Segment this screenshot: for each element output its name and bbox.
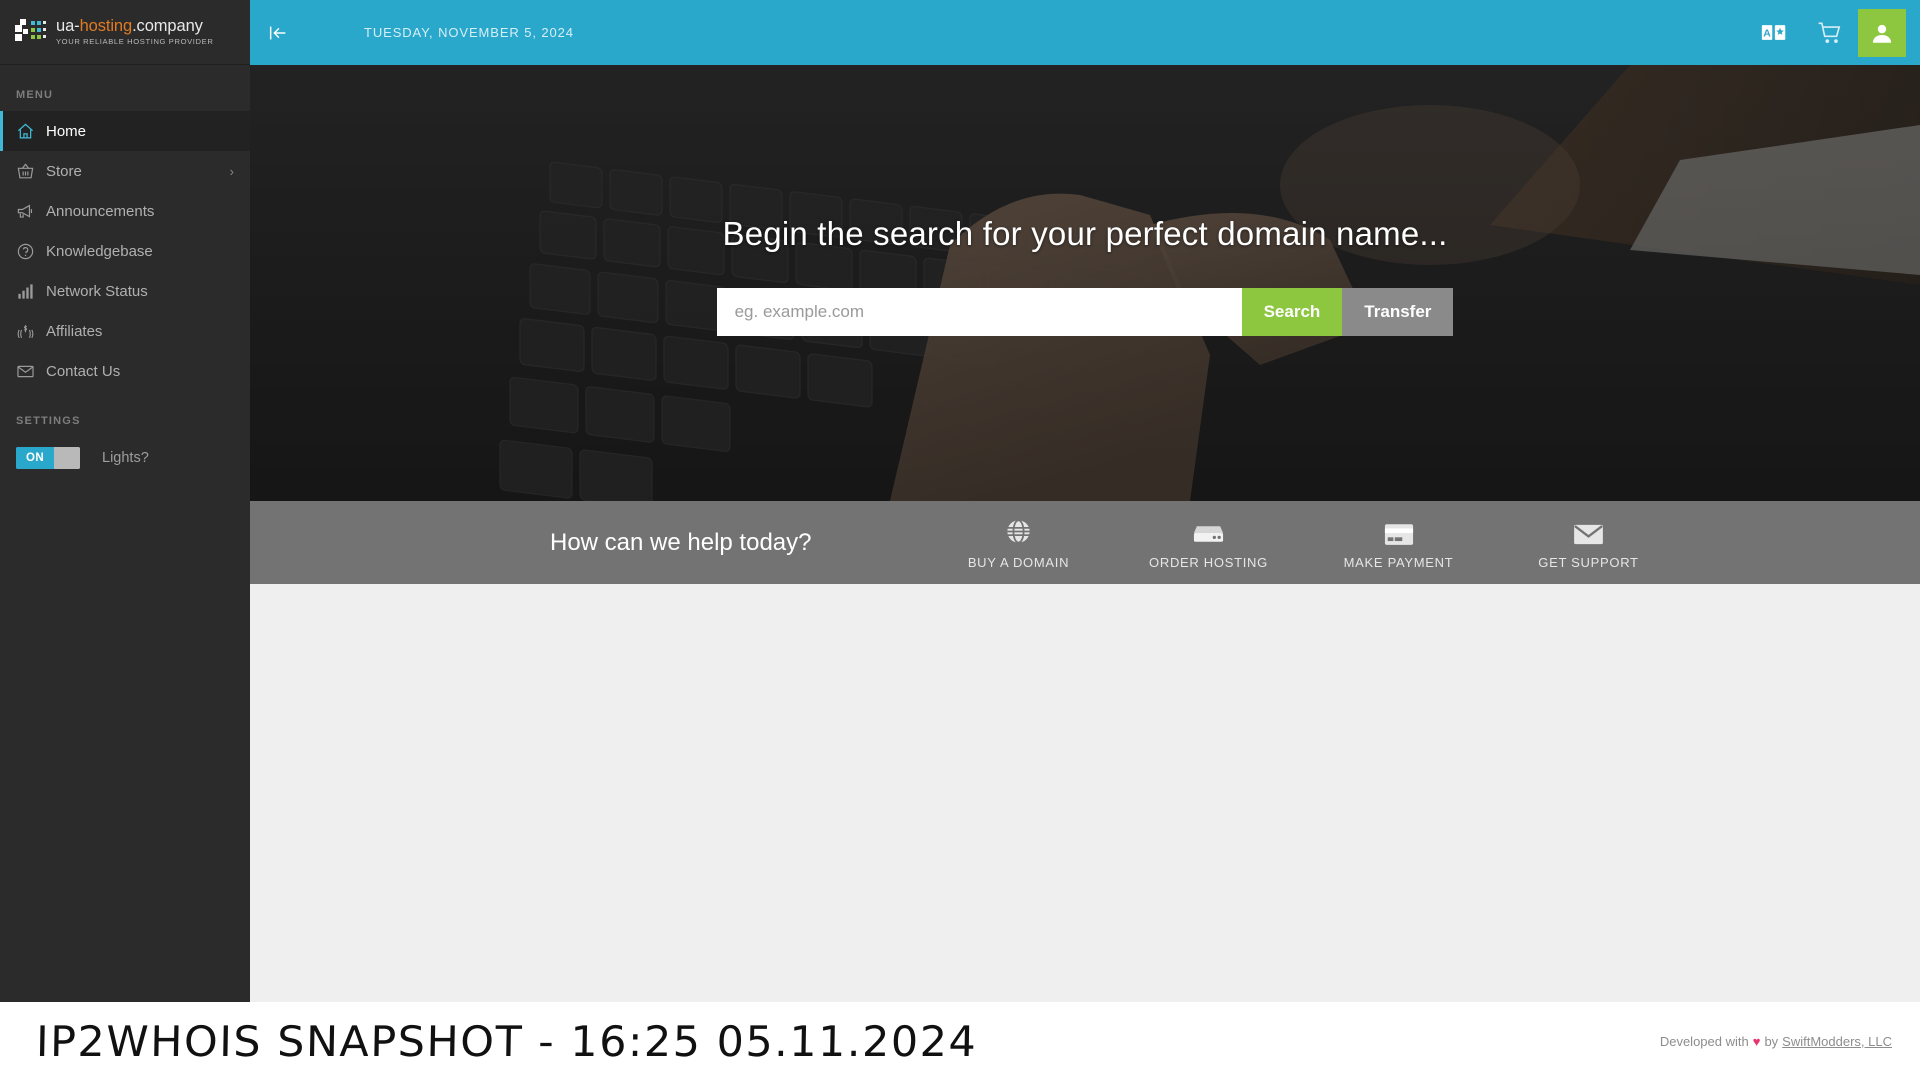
brand-text: ua-hosting.company YOUR RELIABLE HOSTING…: [56, 18, 213, 45]
sidebar-item-label: Announcements: [46, 202, 155, 220]
language-icon: A: [1761, 24, 1787, 41]
search-button[interactable]: Search: [1241, 288, 1343, 336]
brand-name-highlight: hosting: [79, 17, 133, 36]
chevron-right-icon: ›: [229, 163, 234, 179]
header-date: TUESDAY, NOVEMBER 5, 2024: [364, 25, 574, 40]
sidebar-item-label: Store: [46, 162, 82, 180]
make-payment-action[interactable]: MAKE PAYMENT: [1304, 516, 1494, 570]
main-content-area: [250, 584, 1920, 1002]
sidebar-item-label: Knowledgebase: [46, 242, 153, 260]
bottom-banner: IP2WHOIS SNAPSHOT - 16:25 05.11.2024 Dev…: [0, 1002, 1920, 1080]
brand-logo[interactable]: ua-hosting.company YOUR RELIABLE HOSTING…: [0, 0, 250, 65]
sidebar-item-label: Affiliates: [46, 322, 103, 340]
snapshot-title: IP2WHOIS SNAPSHOT - 16:25 05.11.2024: [35, 1016, 978, 1066]
lights-toggle-label: Lights?: [102, 450, 149, 466]
credit-company-link[interactable]: SwiftModders, LLC: [1782, 1034, 1892, 1049]
hero-content: Begin the search for your perfect domain…: [250, 65, 1920, 501]
help-bar-title: How can we help today?: [550, 528, 812, 556]
sidebar-item-announcements[interactable]: Announcements: [0, 191, 250, 231]
brand-mark-icon: [14, 17, 48, 47]
get-support-action[interactable]: GET SUPPORT: [1494, 516, 1684, 570]
collapse-left-icon: [269, 26, 286, 39]
sidebar-item-network-status[interactable]: Network Status: [0, 271, 250, 311]
developer-credit: Developed with ♥ by SwiftModders, LLC: [1660, 1034, 1892, 1049]
sidebar-item-label: Network Status: [46, 282, 148, 300]
domain-search-input[interactable]: [716, 288, 1242, 336]
transfer-button[interactable]: Transfer: [1342, 288, 1454, 336]
help-bar: How can we help today? BUY A DOMAIN ORDE…: [250, 501, 1920, 584]
order-hosting-action[interactable]: ORDER HOSTING: [1114, 516, 1304, 570]
basket-icon: [16, 162, 42, 181]
heart-icon: ♥: [1752, 1033, 1761, 1049]
megaphone-icon: [16, 202, 42, 221]
lights-toggle-row: ON Lights?: [0, 447, 250, 469]
domain-search-form: Search Transfer: [716, 288, 1454, 336]
hero-section: Begin the search for your perfect domain…: [250, 65, 1920, 501]
user-account-button[interactable]: [1858, 8, 1906, 57]
affiliate-icon: [16, 322, 42, 341]
sidebar-collapse-button[interactable]: [250, 0, 306, 65]
hero-title: Begin the search for your perfect domain…: [722, 215, 1448, 252]
sidebar-item-contact-us[interactable]: Contact Us: [0, 351, 250, 391]
envelope-icon: [16, 362, 42, 381]
lights-toggle-state: ON: [16, 447, 54, 469]
question-icon: [16, 242, 42, 261]
shopping-cart-button[interactable]: [1802, 0, 1858, 65]
credit-by: by: [1764, 1033, 1779, 1049]
sidebar-item-store[interactable]: Store ›: [0, 151, 250, 191]
help-action-label: MAKE PAYMENT: [1343, 554, 1454, 570]
globe-icon: [1004, 516, 1033, 546]
brand-tagline: YOUR RELIABLE HOSTING PROVIDER: [56, 36, 214, 46]
help-action-label: ORDER HOSTING: [1149, 554, 1268, 570]
help-bar-actions: BUY A DOMAIN ORDER HOSTING MAKE PAYMENT …: [924, 516, 1684, 570]
credit-card-icon: [1384, 516, 1414, 546]
sidebar-menu-heading: MENU: [16, 89, 54, 101]
sidebar-item-knowledgebase[interactable]: Knowledgebase: [0, 231, 250, 271]
sidebar: ua-hosting.company YOUR RELIABLE HOSTING…: [0, 0, 250, 1002]
user-avatar-icon: [1872, 24, 1892, 43]
shopping-cart-icon: [1818, 21, 1841, 43]
brand-name: ua-hosting.company: [56, 17, 203, 36]
server-icon: [1192, 516, 1225, 546]
sidebar-item-label: Contact Us: [46, 362, 121, 380]
buy-a-domain-action[interactable]: BUY A DOMAIN: [924, 516, 1114, 570]
lights-toggle[interactable]: ON: [16, 447, 80, 469]
sidebar-item-home[interactable]: Home: [0, 111, 250, 151]
lights-toggle-knob: [54, 447, 80, 469]
sidebar-item-label: Home: [46, 122, 87, 140]
bar-chart-icon: [16, 282, 42, 301]
language-switcher-button[interactable]: A: [1746, 0, 1802, 65]
credit-prefix: Developed with: [1659, 1033, 1749, 1049]
home-icon: [16, 122, 42, 141]
sidebar-settings-heading: SETTINGS: [16, 415, 81, 427]
sidebar-item-affiliates[interactable]: Affiliates: [0, 311, 250, 351]
envelope-icon: [1573, 516, 1604, 546]
svg-text:A: A: [1763, 28, 1771, 39]
header-actions: A: [1746, 0, 1920, 65]
top-header: TUESDAY, NOVEMBER 5, 2024 A: [250, 0, 1920, 65]
help-action-label: GET SUPPORT: [1538, 554, 1639, 570]
help-action-label: BUY A DOMAIN: [967, 554, 1070, 570]
